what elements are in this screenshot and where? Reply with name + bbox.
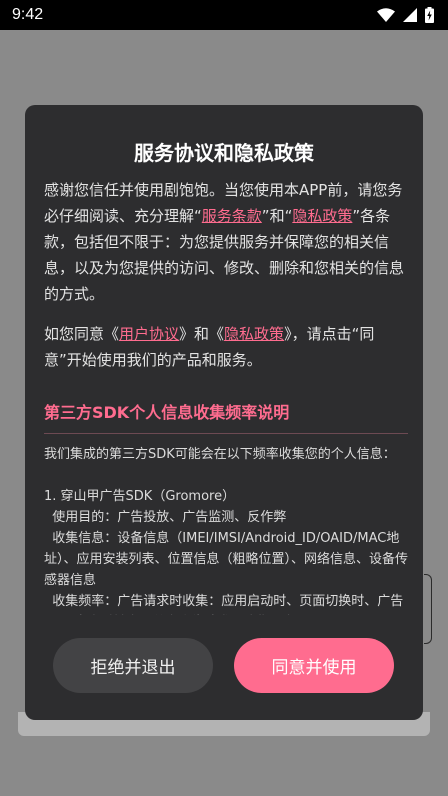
privacy-dialog: 服务协议和隐私政策 感谢您信任并使用剧饱饱。当您使用本APP前，请您务必仔细阅读…	[25, 105, 423, 720]
privacy-policy-link-2[interactable]: 隐私政策	[224, 325, 284, 343]
status-icons	[377, 7, 434, 23]
consent-paragraph: 如您同意《用户协议》和《隐私政策》，请点击“同意”开始使用我们的产品和服务。	[44, 321, 408, 373]
privacy-policy-link[interactable]: 隐私政策	[292, 207, 352, 225]
background-card-edge	[424, 574, 432, 644]
cellular-signal-icon	[403, 8, 417, 22]
reject-and-exit-button[interactable]: 拒绝并退出	[53, 638, 213, 693]
intro-text: ”和“	[261, 207, 293, 225]
status-bar: 9:42	[0, 0, 448, 30]
wifi-icon	[377, 8, 395, 22]
consent-text: 如您同意《	[44, 325, 120, 343]
consent-text: 》和《	[179, 325, 225, 343]
sdk-section-text: 我们集成的第三方SDK可能会在以下频率收集您的个人信息： 1. 穿山甲广告SDK…	[44, 447, 408, 609]
agreement-scroll-area[interactable]: 感谢您信任并使用剧饱饱。当您使用本APP前，请您务必仔细阅读、充分理解“服务条款…	[44, 177, 408, 615]
status-time: 9:42	[12, 6, 44, 23]
terms-of-service-link[interactable]: 服务条款	[202, 207, 262, 225]
dialog-title: 服务协议和隐私政策	[134, 141, 314, 165]
user-agreement-link[interactable]: 用户协议	[119, 325, 179, 343]
sdk-section-heading: 第三方SDK个人信息收集频率说明	[44, 399, 408, 434]
intro-paragraph: 感谢您信任并使用剧饱饱。当您使用本APP前，请您务必仔细阅读、充分理解“服务条款…	[44, 177, 408, 307]
battery-charging-icon	[425, 7, 434, 23]
agree-and-use-button[interactable]: 同意并使用	[234, 638, 394, 693]
